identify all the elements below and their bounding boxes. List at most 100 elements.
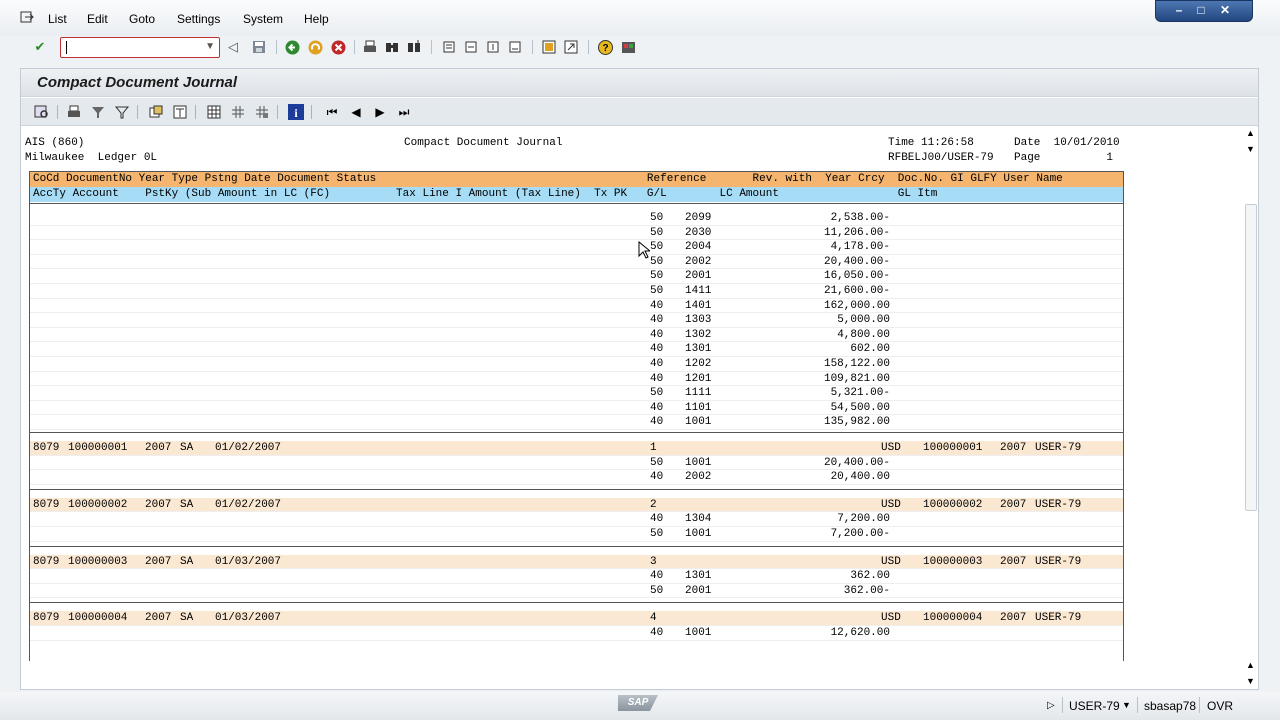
chevron-down-icon[interactable]: ▼ xyxy=(1122,700,1131,710)
posting-key: 40 xyxy=(650,299,664,312)
posting-key: 40 xyxy=(650,627,664,639)
table-row: 40 1303 5,000.00 xyxy=(30,313,1123,328)
cancel-icon[interactable] xyxy=(329,39,347,55)
text-cursor xyxy=(66,41,67,54)
choose-layout-icon[interactable] xyxy=(229,104,247,120)
gl-account: 2002 xyxy=(685,255,712,268)
history-back-icon[interactable]: ◁ xyxy=(224,39,242,55)
vertical-scrollbar[interactable]: ▲ ▼ ▲ ▼ xyxy=(1242,128,1258,690)
scroll-up-icon[interactable]: ▲ xyxy=(1246,660,1255,670)
gl-account: 1202 xyxy=(685,358,712,370)
posting-key: 50 xyxy=(650,212,664,224)
table-row: 50 2001 362.00- xyxy=(30,584,1123,599)
scroll-thumb[interactable] xyxy=(1245,204,1257,511)
block-separator xyxy=(30,602,1123,604)
svg-text:?: ? xyxy=(602,43,608,54)
report-time: Time 11:26:58 xyxy=(888,137,974,149)
lc-amount: 7,200.00 xyxy=(837,513,890,526)
column-header-row-1: CoCd DocumentNo Year Type Pstng Date Doc… xyxy=(30,172,1123,187)
table-row: 50 2099 2,538.00- xyxy=(30,211,1123,226)
posting-key: 50 xyxy=(650,584,664,597)
report-date: Date 10/01/2010 xyxy=(1014,137,1120,149)
screen-area: Compact Document Journal i ⏮ ◀ ▶ ⏭ AIS (… xyxy=(20,68,1259,690)
menu-export-icon[interactable] xyxy=(20,11,34,23)
filter-icon[interactable] xyxy=(113,104,131,120)
fiscal-year: 2007 xyxy=(145,442,172,454)
info-icon[interactable]: i xyxy=(287,104,305,120)
lc-amount: 4,800.00 xyxy=(837,328,890,341)
command-field[interactable]: ▼ xyxy=(60,37,220,58)
table-row: 40 1202 158,122.00 xyxy=(30,357,1123,372)
previous-page-icon[interactable]: ◀ xyxy=(347,104,365,120)
lc-amount: 5,321.00- xyxy=(830,387,890,400)
document-number-gl: 100000001 xyxy=(923,442,983,454)
previous-page-icon[interactable] xyxy=(462,39,480,55)
status-expand-icon[interactable]: ▷ xyxy=(1047,700,1055,711)
enter-check-icon[interactable]: ✔ xyxy=(31,39,49,55)
find-icon[interactable] xyxy=(383,39,401,55)
lc-amount: 602.00 xyxy=(850,343,890,356)
save-icon[interactable] xyxy=(250,39,268,55)
gl-account: 2001 xyxy=(685,270,712,283)
export-icon[interactable] xyxy=(147,104,165,120)
report-title: Compact Document Journal xyxy=(404,137,563,149)
menu-help[interactable]: Help xyxy=(304,12,329,26)
table-row: 40 1001 12,620.00 xyxy=(30,626,1123,641)
next-page-icon[interactable] xyxy=(484,39,502,55)
find-next-icon[interactable] xyxy=(405,39,423,55)
next-page-icon[interactable]: ▶ xyxy=(371,104,389,120)
menu-goto[interactable]: Goto xyxy=(129,12,155,26)
posting-key: 50 xyxy=(650,387,664,400)
set-filter-icon[interactable] xyxy=(89,104,107,120)
application-toolbar: i ⏮ ◀ ▶ ⏭ xyxy=(21,98,1258,126)
sap-logo: SAP xyxy=(618,695,658,711)
system-user[interactable]: USER-79 xyxy=(1069,699,1120,713)
exit-icon[interactable] xyxy=(306,39,324,55)
scroll-down-icon[interactable]: ▼ xyxy=(1246,676,1255,686)
minimize-icon[interactable]: – xyxy=(1170,3,1188,17)
document-header-row: 8079 100000003 2007 SA 01/03/2007 3 USD 1000000… xyxy=(30,554,1123,570)
company-code: 8079 xyxy=(33,498,60,511)
back-icon[interactable] xyxy=(283,39,301,55)
insert-mode[interactable]: OVR xyxy=(1207,699,1233,713)
chevron-down-icon[interactable]: ▼ xyxy=(205,41,215,52)
scroll-down-icon[interactable]: ▼ xyxy=(1246,144,1255,154)
document-number-gl: 100000004 xyxy=(923,612,983,625)
last-page-icon[interactable] xyxy=(506,39,524,55)
menu-settings[interactable]: Settings xyxy=(177,12,220,26)
lc-amount: 2,538.00- xyxy=(830,212,890,224)
table-row: 50 2030 11,206.00- xyxy=(30,226,1123,241)
gl-account: 1302 xyxy=(685,328,712,341)
gl-account: 1001 xyxy=(685,456,712,469)
abc-analysis-icon[interactable] xyxy=(171,104,189,120)
help-icon[interactable]: ? xyxy=(596,39,614,55)
posting-key: 50 xyxy=(650,255,664,268)
save-layout-icon[interactable] xyxy=(253,104,271,120)
lc-amount: 109,821.00 xyxy=(823,372,890,385)
layout-grid-icon[interactable] xyxy=(205,104,223,120)
document-number: 100000004 xyxy=(68,612,128,625)
shortcut-icon[interactable] xyxy=(562,39,580,55)
close-icon[interactable]: ✕ xyxy=(1216,3,1234,17)
new-session-icon[interactable] xyxy=(540,39,558,55)
print-icon[interactable] xyxy=(65,104,83,120)
print-icon[interactable] xyxy=(361,39,379,55)
column-header-row-2: AccTy Account PstKy (Sub Amount in LC (F… xyxy=(30,187,1123,202)
gl-account: 1001 xyxy=(685,416,712,429)
first-page-icon[interactable]: ⏮ xyxy=(323,104,341,120)
block-separator xyxy=(30,488,1123,490)
posting-key: 40 xyxy=(650,328,664,341)
gl-account: 2099 xyxy=(685,212,712,224)
menu-edit[interactable]: Edit xyxy=(87,12,108,26)
menu-system[interactable]: System xyxy=(243,12,283,26)
first-page-icon[interactable] xyxy=(440,39,458,55)
maximize-icon[interactable]: □ xyxy=(1192,3,1210,17)
scroll-up-icon[interactable]: ▲ xyxy=(1246,128,1255,138)
report-content: AIS (860) Milwaukee Ledger 0L Compact Do… xyxy=(21,127,1244,689)
menu-list[interactable]: List xyxy=(48,12,67,26)
details-icon[interactable] xyxy=(33,104,51,120)
last-page-icon[interactable]: ⏭ xyxy=(395,104,413,120)
gl-account: 1301 xyxy=(685,570,712,583)
user-name: USER-79 xyxy=(1035,498,1082,511)
customize-layout-icon[interactable] xyxy=(619,39,637,55)
